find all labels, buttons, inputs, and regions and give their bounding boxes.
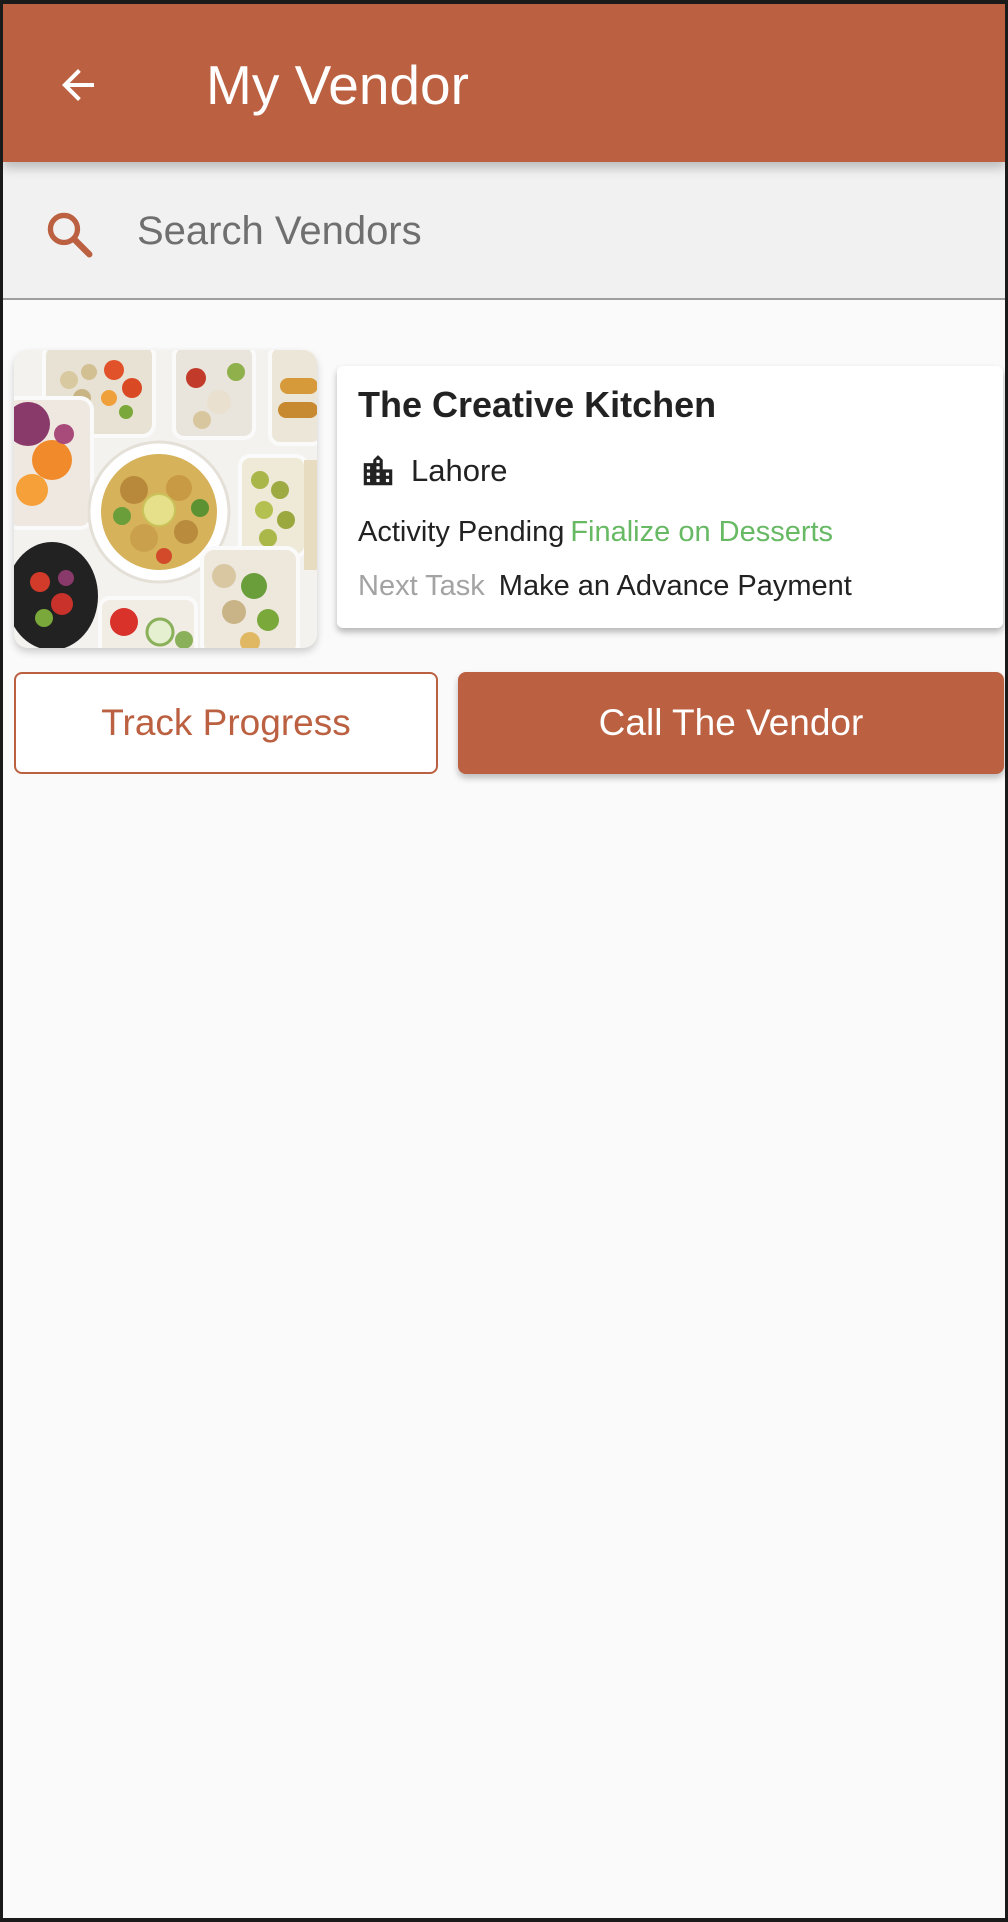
activity-label: Activity Pending [358, 516, 565, 548]
location-text: Lahore [411, 453, 508, 488]
next-task-label: Next Task [358, 570, 485, 602]
next-task-row: Next Task Make an Advance Payment [358, 570, 852, 603]
vendor-location: Lahore [359, 452, 508, 490]
page-title: My Vendor [206, 54, 469, 116]
call-vendor-button[interactable]: Call The Vendor [458, 672, 1004, 774]
activity-value: Finalize on Desserts [570, 516, 834, 548]
back-button[interactable] [47, 54, 109, 116]
activity-row: Activity Pending Finalize on Desserts [358, 516, 833, 549]
vendor-name: The Creative Kitchen [358, 384, 717, 425]
app-bar: My Vendor [3, 4, 1005, 162]
vendor-card[interactable]: The Creative Kitchen Lahore Activity Pen… [337, 366, 1003, 628]
vendor-screen: My Vendor Search Vendors The Creative Ki… [3, 4, 1005, 1918]
arrow-left-icon [62, 69, 94, 101]
food-platter-image [14, 350, 317, 648]
search-bar [3, 162, 1005, 300]
next-task-value: Make an Advance Payment [498, 570, 852, 602]
search-input[interactable] [137, 198, 957, 264]
building-icon [363, 455, 393, 486]
vendor-image[interactable] [14, 350, 317, 648]
search-icon[interactable] [41, 206, 99, 264]
track-progress-button[interactable]: Track Progress [14, 672, 438, 774]
